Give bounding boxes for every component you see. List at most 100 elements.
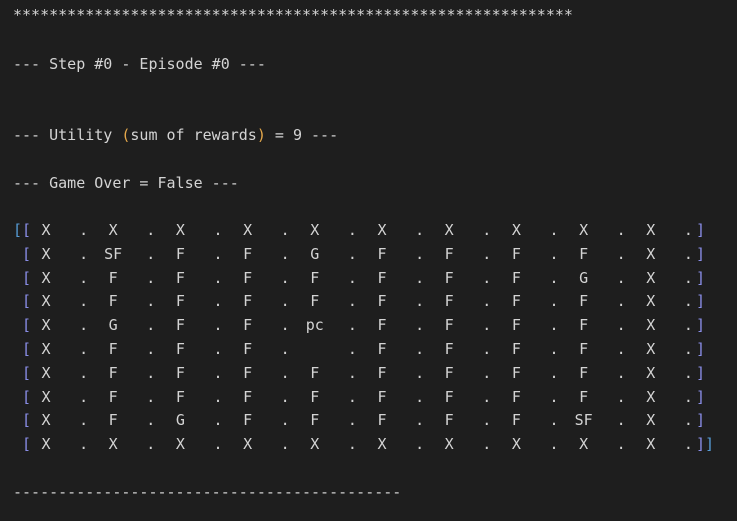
- grid-cell: F: [511, 387, 521, 406]
- grid-cell: F: [175, 363, 185, 382]
- grid-separator: .: [280, 340, 290, 358]
- grid-separator: .: [683, 268, 693, 287]
- grid-cell: G: [108, 316, 118, 335]
- grid-cell: F: [377, 292, 387, 311]
- grid-separator: .: [213, 292, 223, 311]
- grid-separator: .: [347, 292, 357, 311]
- row-close-bracket: ]: [696, 292, 706, 311]
- grid-separator: .: [146, 268, 156, 287]
- grid-cell: X: [377, 435, 387, 454]
- grid-cell: F: [108, 411, 118, 430]
- grid-cell: F: [243, 292, 253, 311]
- grid-cell: X: [646, 387, 656, 406]
- row-close-bracket: ]: [696, 221, 706, 239]
- grid-separator: .: [79, 387, 89, 406]
- grid-cell: X: [175, 435, 185, 454]
- grid-separator: .: [415, 435, 425, 454]
- grid-cell: F: [511, 244, 521, 263]
- grid-separator: .: [549, 316, 559, 335]
- grid-separator: .: [213, 340, 223, 358]
- grid-separator: .: [79, 244, 89, 263]
- grid-separator: .: [616, 435, 626, 454]
- game-grid: [[X. X. X. X. X. X. X. X. X. X.][X. SF. F. F. G. F. F. F…: [0, 0, 737, 521]
- grid-cell: X: [41, 268, 51, 287]
- grid-cell: F: [243, 387, 253, 406]
- grid-separator: .: [549, 340, 559, 358]
- grid-separator: .: [683, 363, 693, 382]
- grid-separator: .: [146, 363, 156, 382]
- grid-cell: F: [444, 340, 454, 358]
- grid-cell: SF: [104, 244, 123, 263]
- grid-separator: .: [347, 340, 357, 358]
- grid-separator: .: [616, 340, 626, 358]
- row-close-bracket: ]: [696, 435, 706, 454]
- grid-separator: .: [213, 221, 223, 239]
- grid-cell: F: [108, 292, 118, 311]
- grid-cell: F: [310, 268, 320, 287]
- grid-cell: F: [175, 244, 185, 263]
- grid-separator: .: [683, 316, 693, 335]
- grid-cell: X: [444, 221, 454, 239]
- grid-cell: F: [175, 268, 185, 287]
- grid-separator: .: [415, 221, 425, 239]
- grid-cell: F: [444, 268, 454, 287]
- grid-cell: F: [108, 340, 118, 358]
- grid-separator: .: [616, 268, 626, 287]
- grid-cell: F: [511, 292, 521, 311]
- grid-separator: .: [280, 387, 290, 406]
- row-close-bracket: ]: [696, 244, 706, 263]
- grid-separator: .: [482, 387, 492, 406]
- grid-cell: F: [444, 411, 454, 430]
- grid-cell: X: [646, 435, 656, 454]
- grid-separator: .: [280, 411, 290, 430]
- grid-cell: X: [41, 435, 51, 454]
- grid-cell: X: [377, 221, 387, 239]
- grid-separator: .: [616, 316, 626, 335]
- grid-separator: .: [280, 244, 290, 263]
- grid-cell: F: [444, 244, 454, 263]
- grid-cell: F: [243, 244, 253, 263]
- footer-dashes: ----------------------------------------…: [13, 483, 402, 501]
- grid-separator: .: [347, 244, 357, 263]
- grid-cell: F: [511, 340, 521, 358]
- grid-cell: F: [511, 268, 521, 287]
- grid-separator: .: [482, 268, 492, 287]
- grid-separator: .: [482, 221, 492, 239]
- grid-cell: X: [41, 292, 51, 311]
- grid-separator: .: [146, 340, 156, 358]
- grid-separator: .: [683, 292, 693, 311]
- grid-cell: F: [108, 268, 118, 287]
- grid-cell: X: [646, 411, 656, 430]
- grid-cell: F: [444, 316, 454, 335]
- grid-separator: .: [213, 244, 223, 263]
- grid-cell: F: [377, 363, 387, 382]
- grid-separator: .: [347, 435, 357, 454]
- grid-cell: X: [579, 221, 589, 239]
- grid-cell: F: [579, 292, 589, 311]
- grid-cell: F: [377, 340, 387, 358]
- grid-separator: .: [482, 292, 492, 311]
- grid-separator: .: [280, 316, 290, 335]
- grid-separator: .: [79, 292, 89, 311]
- grid-cell: F: [511, 363, 521, 382]
- grid-cell: F: [243, 268, 253, 287]
- grid-separator: .: [79, 411, 89, 430]
- grid-separator: .: [213, 435, 223, 454]
- outer-close-bracket: ]: [705, 435, 715, 454]
- grid-cell: F: [377, 411, 387, 430]
- grid-cell: X: [646, 268, 656, 287]
- grid-cell: X: [646, 244, 656, 263]
- grid-cell: F: [243, 340, 253, 358]
- grid-separator: .: [280, 268, 290, 287]
- grid-cell: F: [243, 363, 253, 382]
- grid-separator: .: [616, 411, 626, 430]
- grid-separator: .: [549, 435, 559, 454]
- row-close-bracket: ]: [696, 363, 706, 382]
- grid-separator: .: [347, 221, 357, 239]
- row-close-bracket: ]: [696, 387, 706, 406]
- row-close-bracket: ]: [696, 411, 706, 430]
- grid-separator: .: [415, 363, 425, 382]
- grid-cell: X: [646, 292, 656, 311]
- grid-separator: .: [280, 363, 290, 382]
- grid-separator: .: [347, 363, 357, 382]
